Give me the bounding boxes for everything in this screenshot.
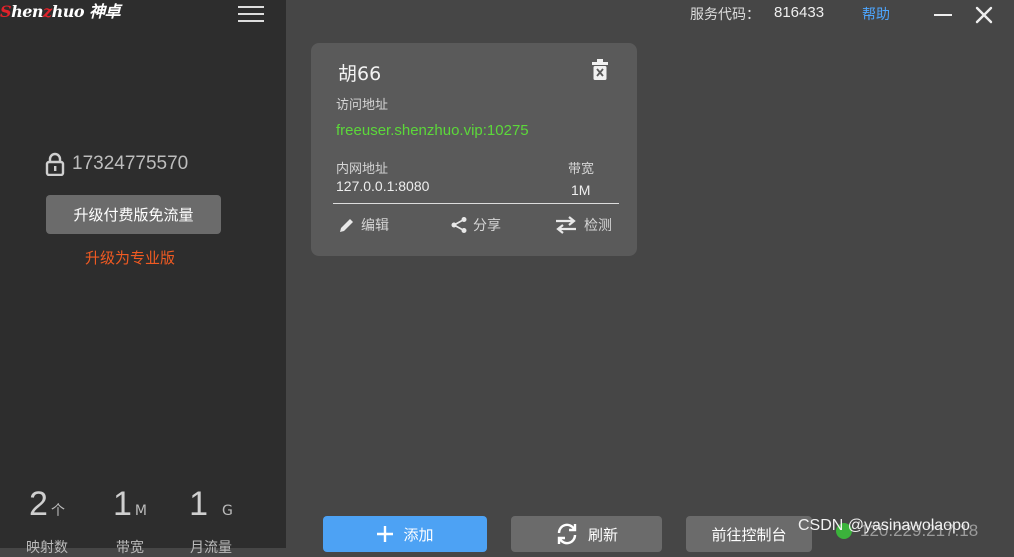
bandwidth-label: 带宽 — [568, 162, 595, 177]
card-divider — [333, 203, 619, 204]
stat-bandwidth-unit: M — [134, 503, 147, 519]
account-phone: 17324775570 — [72, 153, 189, 174]
minimize-icon[interactable] — [934, 14, 952, 16]
check-button[interactable]: 检测 — [553, 215, 612, 235]
stat-bandwidth: 1M 带宽 — [108, 485, 152, 556]
refresh-label: 刷新 — [587, 525, 618, 544]
add-button[interactable]: 添加 — [323, 516, 487, 552]
stat-traffic-unit: G — [222, 503, 233, 519]
upgrade-paid-button[interactable]: 升级付费版免流量 — [46, 195, 221, 234]
goto-console-button[interactable]: 前往控制台 — [686, 516, 812, 552]
stat-bandwidth-label: 带宽 — [116, 540, 144, 556]
help-link[interactable]: 帮助 — [862, 4, 890, 24]
add-label: 添加 — [403, 525, 434, 544]
service-code-value: 816433 — [774, 4, 825, 21]
share-label: 分享 — [473, 218, 501, 234]
bandwidth-value: 1M — [571, 182, 591, 198]
access-address-link[interactable]: freeuser.shenzhuo.vip:10275 — [336, 122, 529, 139]
stat-mappings-label: 映射数 — [26, 540, 68, 556]
refresh-button[interactable]: 刷新 — [511, 516, 662, 552]
stat-traffic-value: 1 — [189, 485, 209, 523]
stat-traffic: 1G 月流量 — [184, 485, 238, 556]
plus-icon — [377, 526, 394, 542]
stat-traffic-label: 月流量 — [190, 540, 232, 556]
stat-bandwidth-value: 1 — [112, 485, 132, 523]
pencil-icon — [340, 219, 353, 232]
stat-mappings-unit: 个 — [50, 503, 65, 519]
close-icon[interactable] — [974, 5, 994, 25]
edit-label: 编辑 — [361, 218, 389, 234]
stat-mappings: 2个 映射数 — [22, 485, 72, 556]
share-icon — [451, 217, 467, 233]
lan-address-value: 127.0.0.1:8080 — [336, 178, 430, 194]
share-button[interactable]: 分享 — [450, 215, 501, 235]
sidebar: Shenzhuo 神卓 17324775570 升级付费版免流量 升级为专业版 … — [0, 0, 286, 556]
mapping-card: 胡66 访问地址 freeuser.shenzhuo.vip:10275 内网地… — [311, 43, 637, 256]
service-code-label: 服务代码： — [690, 7, 760, 23]
edit-button[interactable]: 编辑 — [338, 215, 389, 235]
csdn-watermark: CSDN @yasinawolaopo — [798, 517, 970, 534]
app-logo: Shenzhuo 神卓 — [0, 2, 121, 21]
access-address-label: 访问地址 — [336, 98, 389, 113]
upgrade-pro-link[interactable]: 升级为专业版 — [46, 247, 214, 268]
delete-icon[interactable] — [591, 59, 609, 81]
menu-icon[interactable] — [238, 6, 264, 22]
account-info: 17324775570 — [45, 152, 188, 176]
stat-mappings-value: 2 — [29, 485, 48, 523]
lock-icon — [45, 152, 65, 176]
mapping-name: 胡66 — [338, 63, 382, 85]
refresh-icon — [557, 523, 577, 545]
swap-arrows-icon — [556, 216, 576, 234]
lan-address-label: 内网地址 — [336, 162, 389, 177]
check-label: 检测 — [584, 218, 612, 234]
